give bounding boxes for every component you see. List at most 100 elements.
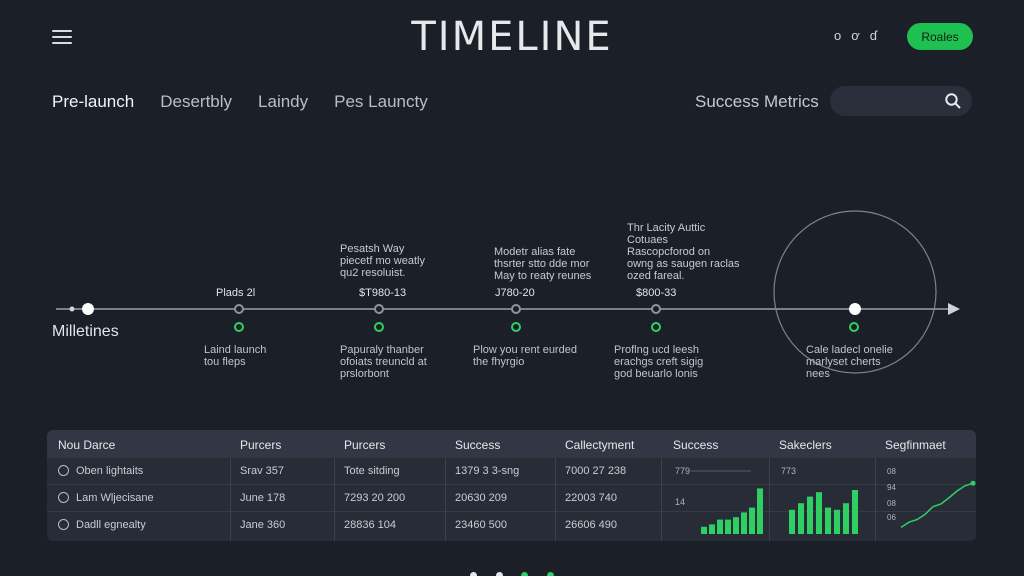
column-divider (334, 458, 335, 541)
milestone-1-dot[interactable] (234, 304, 244, 314)
chart-point (970, 480, 976, 486)
table-cell: 7293 20 200 (344, 492, 406, 504)
status-icon-3[interactable]: ɗ (870, 28, 877, 43)
table-cell: June 178 (240, 492, 286, 504)
chart-bar (798, 503, 804, 534)
status-icon-1[interactable]: o (834, 28, 841, 43)
chart-bar (709, 524, 715, 534)
chart-label: 06 (887, 513, 896, 522)
table-cell: 7000 27 238 (565, 465, 627, 477)
milestone-2-status-dot (374, 322, 384, 332)
table-cell: Lam Wljecisane (76, 492, 154, 504)
search-icon[interactable] (944, 92, 962, 110)
column-divider (875, 458, 876, 541)
milestone-2-date: $T980-13 (359, 287, 407, 299)
column-header[interactable]: Segfinmaet (885, 438, 946, 452)
status-icon-2[interactable]: ơ (851, 28, 860, 43)
roles-button[interactable]: Roales (907, 23, 973, 50)
milestones-label: Milletines (52, 323, 119, 340)
tab-pre-launch[interactable]: Pre-launch (52, 92, 134, 112)
chart-bar (701, 526, 707, 534)
milestone-4-dot[interactable] (651, 304, 661, 314)
chart-label: 08 (887, 467, 896, 476)
success-metrics-label: Success Metrics (695, 92, 819, 111)
table-cell: Oben lightaits (76, 465, 144, 477)
chart-bar (789, 509, 795, 534)
column-divider (769, 458, 770, 541)
table-cell: 26606 490 (565, 519, 617, 531)
tab-desertbly[interactable]: Desertbly (160, 92, 232, 112)
milestone-3-date: J780-20 (495, 287, 535, 299)
chart-bar (825, 507, 831, 534)
milestone-2-dot[interactable] (374, 304, 384, 314)
milestone-4-date: $800-33 (636, 287, 677, 299)
table-cell: Jane 360 (240, 519, 286, 531)
column-header[interactable]: Sakeclers (779, 438, 832, 452)
milestone-1-desc: Laind launch tou fleps (204, 344, 267, 368)
page-dot[interactable] (546, 572, 554, 576)
table-cell: 22003 740 (565, 492, 617, 504)
column-divider (445, 458, 446, 541)
chart-bar (843, 503, 849, 534)
chart-bar (717, 519, 723, 534)
chart-bar (733, 517, 739, 534)
column-divider (555, 458, 556, 541)
row-icon (58, 519, 69, 530)
tab-laindy[interactable]: Laindy (258, 92, 308, 112)
column-header[interactable]: Purcers (344, 438, 385, 452)
chart-bar (725, 519, 731, 534)
column-header[interactable]: Success (455, 438, 500, 452)
success-metrics-table: Nou Darce Purcers Purcers Success Callec… (47, 430, 976, 541)
page-dot[interactable] (495, 572, 503, 576)
chart-line (900, 482, 974, 529)
chart-bar (807, 496, 813, 534)
table-cell: 20630 209 (455, 492, 507, 504)
chart-bar (816, 492, 822, 534)
row-icon (58, 465, 69, 476)
milestone-1-status-dot (234, 322, 244, 332)
chart-bar (757, 488, 763, 534)
column-header[interactable]: Purcers (240, 438, 281, 452)
milestone-4-status-dot (651, 322, 661, 332)
table-cell: Srav 357 (240, 465, 285, 477)
chart-label: 779 (675, 466, 690, 476)
chart-bar (749, 507, 755, 534)
search-box[interactable] (830, 86, 972, 116)
milestone-4-event: Thr Lacity Auttic Cotuaes Rascopcforod o… (627, 222, 740, 282)
tab-pes-launcty[interactable]: Pes Launcty (334, 92, 428, 112)
table-cell: Tote sitding (344, 465, 400, 477)
success-bar-chart: 779 14 (675, 466, 763, 534)
milestone-5-status-dot (849, 322, 859, 332)
search-input[interactable] (830, 86, 930, 116)
page-dot[interactable] (470, 572, 478, 576)
column-divider (230, 458, 231, 541)
column-header[interactable]: Callectyment (565, 438, 634, 452)
column-header[interactable]: Nou Darce (58, 438, 115, 452)
column-header[interactable]: Success (673, 438, 718, 452)
milestone-3-status-dot (511, 322, 521, 332)
timeline-start-dot[interactable] (82, 303, 94, 315)
page-dot[interactable] (521, 572, 529, 576)
milestone-3-dot[interactable] (511, 304, 521, 314)
phase-tabs: Pre-launch Desertbly Laindy Pes Launcty (52, 92, 428, 112)
milestone-4-desc: Proflng ucd leesh erachgs creft sigig go… (614, 344, 704, 380)
table-cell: 23460 500 (455, 519, 507, 531)
segment-line-chart: 08 94 08 06 (887, 467, 976, 529)
table-cell: Dadll egnealty (76, 519, 146, 531)
milestone-5-dot[interactable] (849, 303, 861, 315)
table-cell: 1379 3 3-sng (455, 465, 520, 477)
chart-label: 94 (887, 483, 896, 492)
milestone-3-event: Modetr alias fate thsrter stto dde mor M… (494, 246, 592, 282)
column-divider (661, 458, 662, 541)
milestone-3-desc: Plow you rent eurded the fhyrgio (473, 344, 577, 368)
milestone-1-date: Plads 2l (216, 287, 256, 299)
milestone-5-desc: Cale ladecl onelie marlyset cherts nees (806, 344, 893, 380)
chart-label: 08 (887, 499, 896, 508)
chart-label: 14 (675, 497, 685, 507)
chart-label: 773 (781, 466, 796, 476)
row-icon (58, 492, 69, 503)
chart-bar (834, 509, 840, 534)
chart-bar (741, 512, 747, 534)
pagination-dots (0, 566, 1024, 576)
table-cell: 28836 104 (344, 519, 396, 531)
